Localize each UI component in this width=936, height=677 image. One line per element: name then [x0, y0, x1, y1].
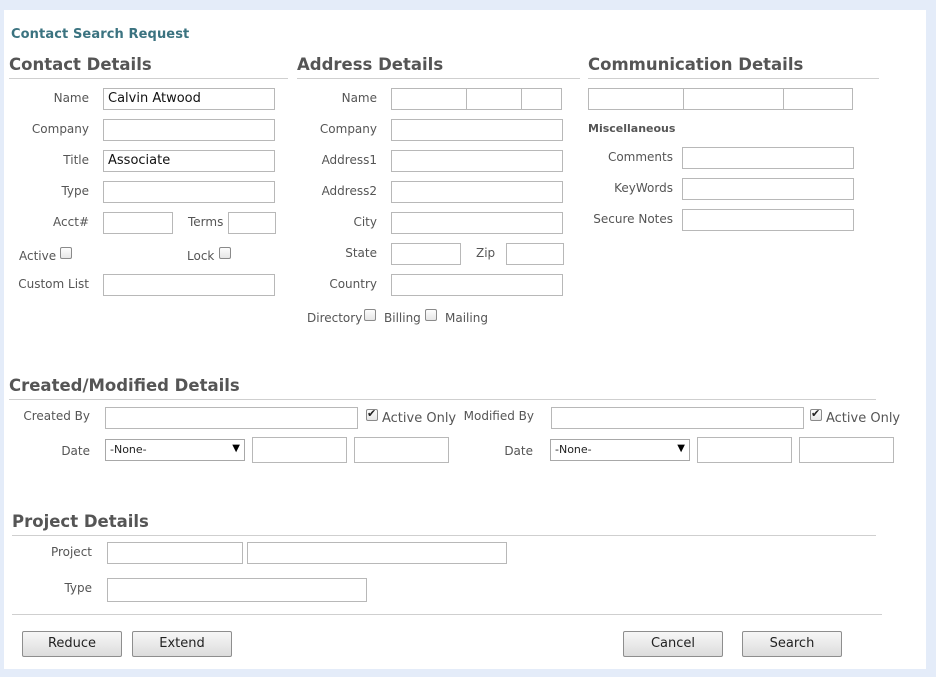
contact-custom-list-label: Custom List: [18, 277, 89, 291]
search-button[interactable]: Search: [742, 631, 842, 657]
comments-input[interactable]: [682, 147, 854, 169]
modified-date-label: Date: [504, 444, 533, 458]
city-label: City: [353, 215, 377, 229]
created-modified-heading: Created/Modified Details: [9, 376, 240, 395]
phone-ext-input[interactable]: [783, 88, 853, 110]
modified-by-input[interactable]: [551, 407, 804, 429]
state-input[interactable]: [391, 243, 461, 265]
footer-divider: [12, 614, 882, 615]
modified-active-only-checkbox[interactable]: [810, 407, 822, 421]
billing-label: Billing: [384, 311, 421, 325]
contact-active-checkbox[interactable]: [60, 247, 72, 259]
contact-type-input[interactable]: [103, 181, 275, 203]
created-date-from-input[interactable]: [252, 437, 347, 463]
project-details-heading: Project Details: [12, 512, 149, 531]
project-label: Project: [50, 545, 92, 559]
contact-title-label: Title: [63, 153, 89, 167]
project-type-label: Type: [64, 581, 92, 595]
zip-label: Zip: [476, 246, 496, 260]
billing-checkbox[interactable]: [425, 309, 437, 321]
created-date-label: Date: [61, 444, 90, 458]
contact-lock-checkbox[interactable]: [219, 247, 231, 259]
contact-terms-label: Terms: [188, 215, 224, 229]
directory-label: Directory: [307, 311, 363, 325]
created-date-select-value: -None-: [110, 443, 147, 456]
contact-acct-input[interactable]: [103, 212, 173, 234]
contact-lock-label: Lock: [187, 249, 215, 263]
modified-by-label: Modified By: [463, 409, 534, 423]
address-name-label: Name: [341, 91, 377, 105]
created-active-only-checkbox[interactable]: [366, 407, 378, 421]
state-label: State: [345, 246, 377, 260]
address2-input[interactable]: [391, 181, 563, 203]
created-by-label: Created By: [23, 409, 90, 423]
address-details-heading: Address Details: [297, 55, 444, 74]
comments-label: Comments: [607, 150, 673, 164]
communication-divider: [588, 78, 879, 79]
country-input[interactable]: [391, 274, 563, 296]
city-input[interactable]: [391, 212, 563, 234]
mailing-label: Mailing: [445, 311, 488, 325]
chevron-down-icon: ▼: [677, 443, 685, 454]
miscellaneous-heading: Miscellaneous: [588, 122, 676, 135]
contact-type-label: Type: [61, 184, 89, 198]
communication-details-heading: Communication Details: [588, 55, 804, 74]
modified-active-only-label: Active Only: [826, 411, 901, 426]
cancel-button[interactable]: Cancel: [623, 631, 723, 657]
contact-active-label: Active: [19, 249, 57, 263]
contact-terms-input[interactable]: [228, 212, 276, 234]
contact-details-heading: Contact Details: [9, 55, 152, 74]
zip-input[interactable]: [506, 243, 564, 265]
contact-company-label: Company: [31, 122, 89, 136]
chevron-down-icon: ▼: [232, 443, 240, 454]
modified-date-from-input[interactable]: [697, 437, 792, 463]
phone-number-input[interactable]: [683, 88, 784, 110]
extend-button[interactable]: Extend: [132, 631, 232, 657]
address-divider: [297, 78, 580, 79]
project-code-input[interactable]: [107, 542, 243, 564]
created-modified-divider: [9, 399, 876, 400]
project-type-input[interactable]: [107, 578, 367, 602]
contact-custom-list-input[interactable]: [103, 274, 275, 296]
address2-label: Address2: [321, 184, 377, 198]
address-name-first-input[interactable]: [391, 88, 467, 110]
created-date-to-input[interactable]: [354, 437, 449, 463]
created-active-only-label: Active Only: [382, 411, 457, 426]
created-by-input[interactable]: [105, 407, 358, 429]
address1-label: Address1: [321, 153, 377, 167]
project-name-input[interactable]: [247, 542, 507, 564]
modified-date-select-value: -None-: [555, 443, 592, 456]
created-date-select[interactable]: -None- ▼: [105, 439, 245, 461]
keywords-input[interactable]: [682, 178, 854, 200]
address-name-middle-input[interactable]: [466, 88, 522, 110]
contact-divider: [9, 78, 288, 79]
contact-title-input[interactable]: Associate: [103, 150, 275, 172]
country-label: Country: [329, 277, 377, 291]
address-name-last-input[interactable]: [521, 88, 562, 110]
contact-acct-label: Acct#: [53, 215, 89, 229]
directory-checkbox[interactable]: [364, 309, 376, 321]
contact-name-label: Name: [53, 91, 89, 105]
modified-date-to-input[interactable]: [799, 437, 894, 463]
address-company-label: Company: [319, 122, 377, 136]
address-company-input[interactable]: [391, 119, 563, 141]
page-title[interactable]: Contact Search Request: [11, 27, 189, 42]
phone-area-input[interactable]: [588, 88, 684, 110]
project-divider: [12, 535, 876, 536]
contact-name-input[interactable]: Calvin Atwood: [103, 88, 275, 110]
keywords-label: KeyWords: [614, 181, 673, 195]
reduce-button[interactable]: Reduce: [22, 631, 122, 657]
address1-input[interactable]: [391, 150, 563, 172]
contact-company-input[interactable]: [103, 119, 275, 141]
modified-date-select[interactable]: -None- ▼: [550, 439, 690, 461]
secure-notes-label: Secure Notes: [593, 212, 673, 226]
secure-notes-input[interactable]: [682, 209, 854, 231]
